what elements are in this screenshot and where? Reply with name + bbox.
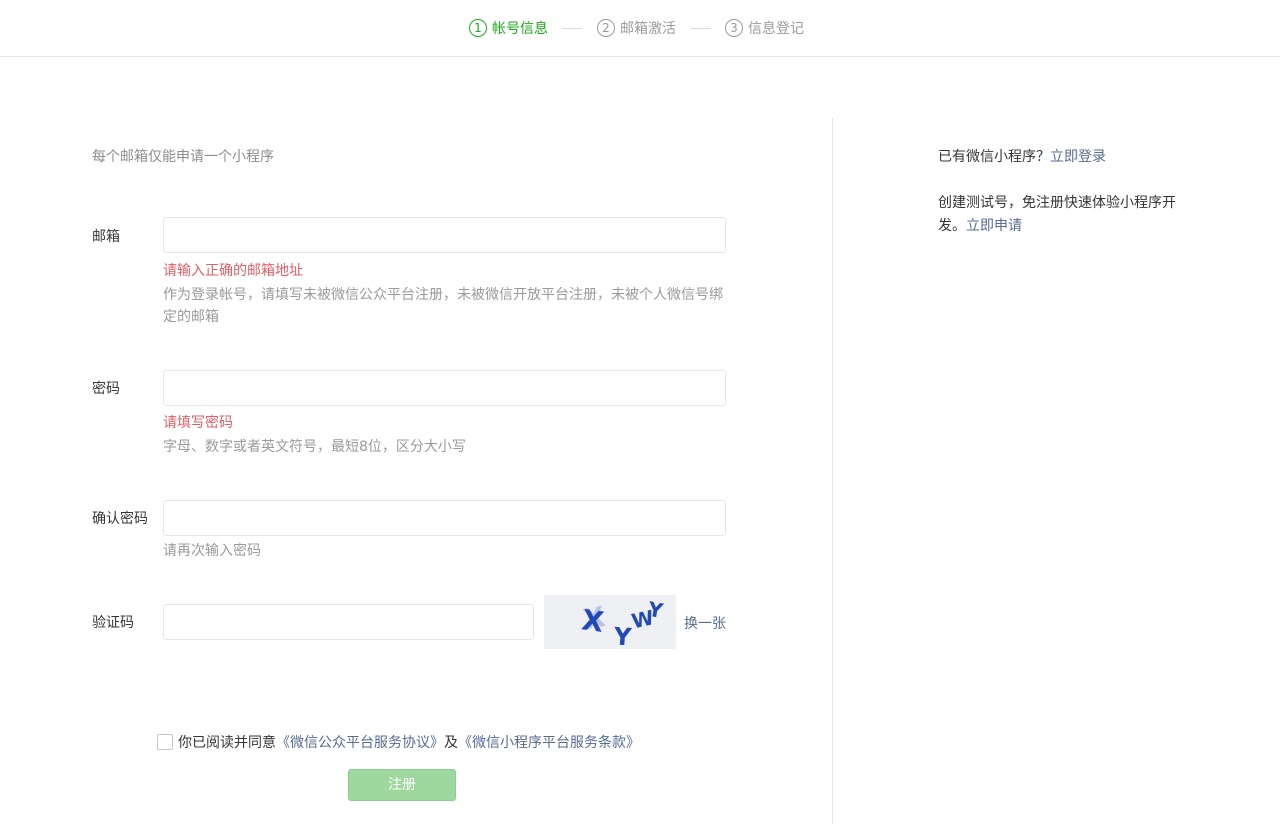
step-bar: 1 帐号信息 2 邮箱激活 3 信息登记 bbox=[0, 0, 1280, 57]
apply-link[interactable]: 立即申请 bbox=[966, 218, 1022, 234]
step-label: 帐号信息 bbox=[492, 21, 548, 37]
confirm-password-label: 确认密码 bbox=[92, 511, 148, 527]
password-error: 请填写密码 bbox=[163, 415, 233, 431]
service-agreement-link[interactable]: 《微信公众平台服务协议》 bbox=[276, 732, 444, 752]
step-account-info: 1 帐号信息 bbox=[469, 18, 548, 38]
svg-text:Y: Y bbox=[645, 597, 665, 623]
mini-program-terms-link[interactable]: 《微信小程序平台服务条款》 bbox=[458, 732, 640, 752]
test-account-text: 创建测试号，免注册快速体验小程序开发。立即申请 bbox=[938, 192, 1188, 238]
agreement-checkbox[interactable] bbox=[157, 734, 173, 750]
password-hint: 字母、数字或者英文符号，最短8位，区分大小写 bbox=[163, 439, 466, 455]
captcha-input[interactable] bbox=[163, 604, 534, 640]
step-email-activation: 2 邮箱激活 bbox=[597, 18, 676, 38]
captcha-image[interactable]: X X Y W Y bbox=[544, 595, 676, 649]
existing-account-text: 已有微信小程序？立即登录 bbox=[938, 146, 1106, 166]
confirm-password-input[interactable] bbox=[163, 500, 726, 536]
svg-text:X: X bbox=[580, 603, 606, 639]
step-number: 1 bbox=[469, 19, 487, 37]
login-link[interactable]: 立即登录 bbox=[1050, 149, 1106, 165]
email-input[interactable] bbox=[163, 217, 726, 253]
captcha-graphic: X X Y W Y bbox=[580, 597, 665, 649]
step-label: 信息登记 bbox=[748, 21, 804, 37]
confirm-password-hint: 请再次输入密码 bbox=[163, 543, 261, 559]
svg-text:Y: Y bbox=[612, 622, 633, 649]
email-hint: 作为登录帐号，请填写未被微信公众平台注册，未被微信开放平台注册，未被个人微信号绑… bbox=[163, 287, 723, 325]
email-error: 请输入正确的邮箱地址 bbox=[163, 263, 303, 279]
has-app-text: 已有微信小程序？ bbox=[938, 149, 1050, 165]
step-label: 邮箱激活 bbox=[620, 21, 676, 37]
step-number: 3 bbox=[725, 19, 743, 37]
step-divider bbox=[562, 28, 582, 29]
refresh-captcha-link[interactable]: 换一张 bbox=[684, 613, 726, 633]
agreement-row: 你已阅读并同意 《微信公众平台服务协议》 及 《微信小程序平台服务条款》 bbox=[157, 732, 640, 752]
password-label: 密码 bbox=[92, 381, 120, 397]
step-info-registration: 3 信息登记 bbox=[725, 18, 804, 38]
step-number: 2 bbox=[597, 19, 615, 37]
agreement-prefix: 你已阅读并同意 bbox=[178, 735, 276, 751]
agreement-and: 及 bbox=[444, 735, 458, 751]
form-tip: 每个邮箱仅能申请一个小程序 bbox=[92, 149, 274, 165]
register-button[interactable]: 注册 bbox=[348, 769, 456, 801]
captcha-label: 验证码 bbox=[92, 615, 134, 631]
vertical-divider bbox=[832, 118, 833, 824]
email-label: 邮箱 bbox=[92, 229, 120, 245]
password-input[interactable] bbox=[163, 370, 726, 406]
step-divider bbox=[691, 28, 711, 29]
